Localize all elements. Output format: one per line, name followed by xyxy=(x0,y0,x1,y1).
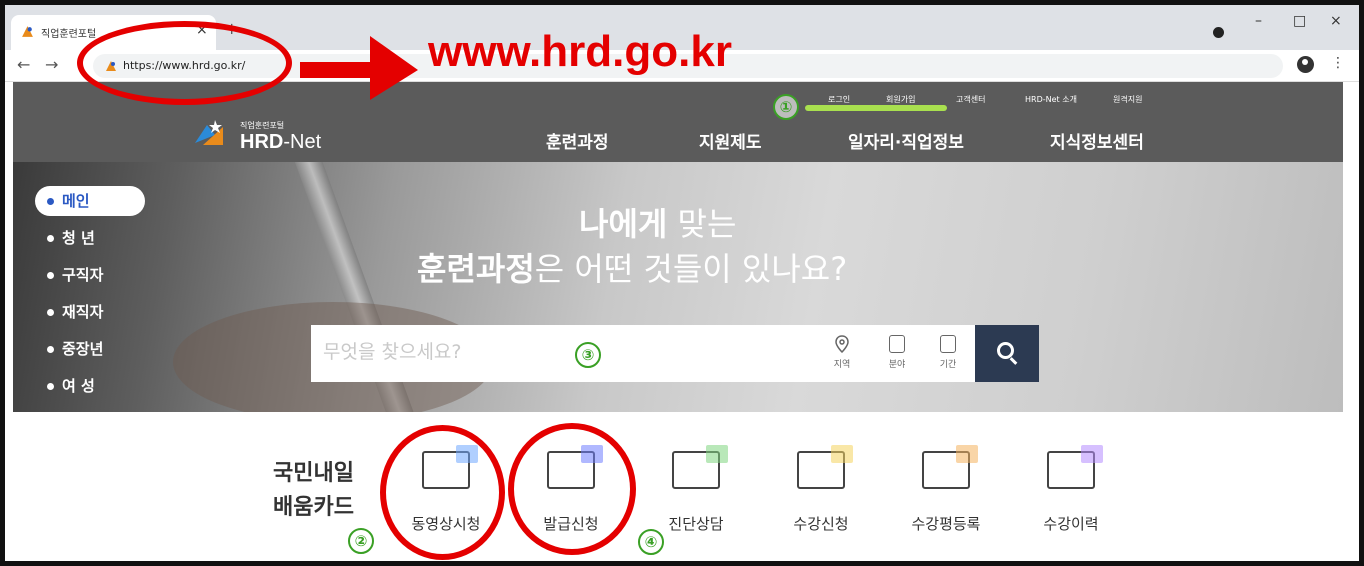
card-label: 진단상담 xyxy=(668,515,724,533)
bullet-icon xyxy=(47,346,54,353)
hrd-net-logo-icon[interactable] xyxy=(193,117,227,147)
icon-accent xyxy=(1081,445,1103,463)
gnb-training-courses[interactable]: 훈련과정 xyxy=(546,128,609,153)
course-search-box: 지역 분야 기간 xyxy=(311,325,1039,382)
about-link[interactable]: HRD-Net 소개 xyxy=(1025,94,1077,105)
remote-support-link[interactable]: 원격지원 xyxy=(1113,94,1142,105)
card-label: 수강신청 xyxy=(793,515,849,533)
filter-period[interactable]: 기간 xyxy=(933,335,963,370)
minimize-button[interactable]: – xyxy=(1255,13,1262,29)
icon-accent xyxy=(706,445,728,463)
favicon-icon xyxy=(22,26,33,37)
arrow-icon xyxy=(300,36,418,100)
side-item-label: 재직자 xyxy=(62,303,104,321)
calendar-icon xyxy=(940,335,956,353)
category-icon xyxy=(889,335,905,353)
login-link[interactable]: 로그인 xyxy=(828,94,850,105)
step-number-2: ② xyxy=(348,528,374,554)
icon-accent xyxy=(956,445,978,463)
course-history-button[interactable]: 수강이력 xyxy=(1021,445,1121,534)
headline-rest: 맞는 xyxy=(667,205,737,243)
hero-headline-line2: 훈련과정은 어떤 것들이 있나요? xyxy=(417,244,847,290)
customer-center-link[interactable]: 고객센터 xyxy=(956,94,985,105)
tab-title: 직업훈련포털 xyxy=(41,29,97,40)
filter-field[interactable]: 분야 xyxy=(882,335,912,370)
search-input[interactable] xyxy=(323,341,803,363)
icon-accent xyxy=(831,445,853,463)
side-item-label: 구직자 xyxy=(62,266,104,284)
url-callout: www.hrd.go.kr xyxy=(428,27,732,76)
logo-main: HRD xyxy=(240,131,284,153)
step-number-4: ④ xyxy=(638,529,664,555)
diagnosis-consult-button[interactable]: 진단상담 xyxy=(646,445,746,534)
side-item-employed[interactable]: 재직자 xyxy=(35,297,145,334)
issue-highlight-ring xyxy=(508,423,636,555)
video-highlight-ring xyxy=(380,425,505,560)
checkbox-icon xyxy=(797,445,853,489)
signup-link[interactable]: 회원가입 xyxy=(886,94,915,105)
logo-wordmark[interactable]: HRD-Net xyxy=(240,131,321,154)
hrd-net-page: 로그인 회원가입 고객센터 HRD-Net 소개 원격지원 직업훈련포털 HRD… xyxy=(13,82,1343,561)
gnb-knowledge-center[interactable]: 지식정보센터 xyxy=(1050,128,1144,153)
login-underline-highlight xyxy=(805,105,947,111)
side-item-label: 여 성 xyxy=(62,377,95,395)
url-highlight-ring xyxy=(77,21,292,105)
card-title-line2: 배움카드 xyxy=(273,495,354,520)
maximize-button[interactable]: □ xyxy=(1293,13,1306,29)
side-item-job-seeker[interactable]: 구직자 xyxy=(35,260,145,297)
logo-subtitle: 직업훈련포털 xyxy=(240,121,285,130)
headline-bold: 훈련과정 xyxy=(417,250,535,288)
step-number-3: ③ xyxy=(575,342,601,368)
gnb-support-programs[interactable]: 지원제도 xyxy=(699,128,762,153)
consult-monitor-icon xyxy=(672,445,728,489)
filter-region[interactable]: 지역 xyxy=(827,335,857,370)
side-item-main[interactable]: 메인 xyxy=(35,186,145,216)
profile-icon[interactable] xyxy=(1297,56,1314,73)
step-number-1: ① xyxy=(773,94,799,120)
bullet-icon xyxy=(47,198,54,205)
side-item-label: 청 년 xyxy=(62,229,95,247)
search-icon-handle xyxy=(1009,357,1018,365)
bullet-icon xyxy=(47,309,54,316)
side-item-label: 중장년 xyxy=(62,340,104,358)
document-edit-icon xyxy=(922,445,978,489)
target-side-menu: 메인 청 년 구직자 재직자 중장년 여 성 xyxy=(35,186,145,408)
side-item-label: 메인 xyxy=(62,192,90,210)
record-icon xyxy=(1213,27,1224,38)
search-button[interactable] xyxy=(975,325,1039,382)
card-label: 수강평등록 xyxy=(911,515,981,533)
screenshot-frame: 직업훈련포털 × + – □ × ← → https://www.hrd.go.… xyxy=(0,0,1364,566)
forward-button[interactable]: → xyxy=(45,55,58,74)
hero-headline-line1: 나에게 맞는 xyxy=(579,199,736,245)
side-item-women[interactable]: 여 성 xyxy=(35,371,145,408)
card-label: 수강이력 xyxy=(1043,515,1099,533)
close-window-button[interactable]: × xyxy=(1330,13,1342,29)
back-button[interactable]: ← xyxy=(17,55,30,74)
folder-icon xyxy=(1047,445,1103,489)
course-register-button[interactable]: 수강신청 xyxy=(771,445,871,534)
logo-dash: -Net xyxy=(283,131,322,153)
course-review-button[interactable]: 수강평등록 xyxy=(896,445,996,534)
side-item-youth[interactable]: 청 년 xyxy=(35,223,145,260)
filter-label: 지역 xyxy=(833,360,851,370)
browser-menu-icon[interactable]: ⋮ xyxy=(1331,55,1345,71)
headline-rest: 은 어떤 것들이 있나요? xyxy=(534,250,848,288)
bullet-icon xyxy=(47,272,54,279)
side-item-middle-aged[interactable]: 중장년 xyxy=(35,334,145,371)
location-pin-icon xyxy=(835,335,849,353)
national-learning-card-title: 국민내일 배움카드 xyxy=(273,457,354,525)
filter-label: 기간 xyxy=(939,360,957,370)
headline-bold: 나에게 xyxy=(579,205,668,243)
bullet-icon xyxy=(47,235,54,242)
gnb-jobs-info[interactable]: 일자리·직업정보 xyxy=(848,128,964,153)
bullet-icon xyxy=(47,383,54,390)
filter-label: 분야 xyxy=(888,360,906,370)
card-title-line1: 국민내일 xyxy=(273,461,354,486)
